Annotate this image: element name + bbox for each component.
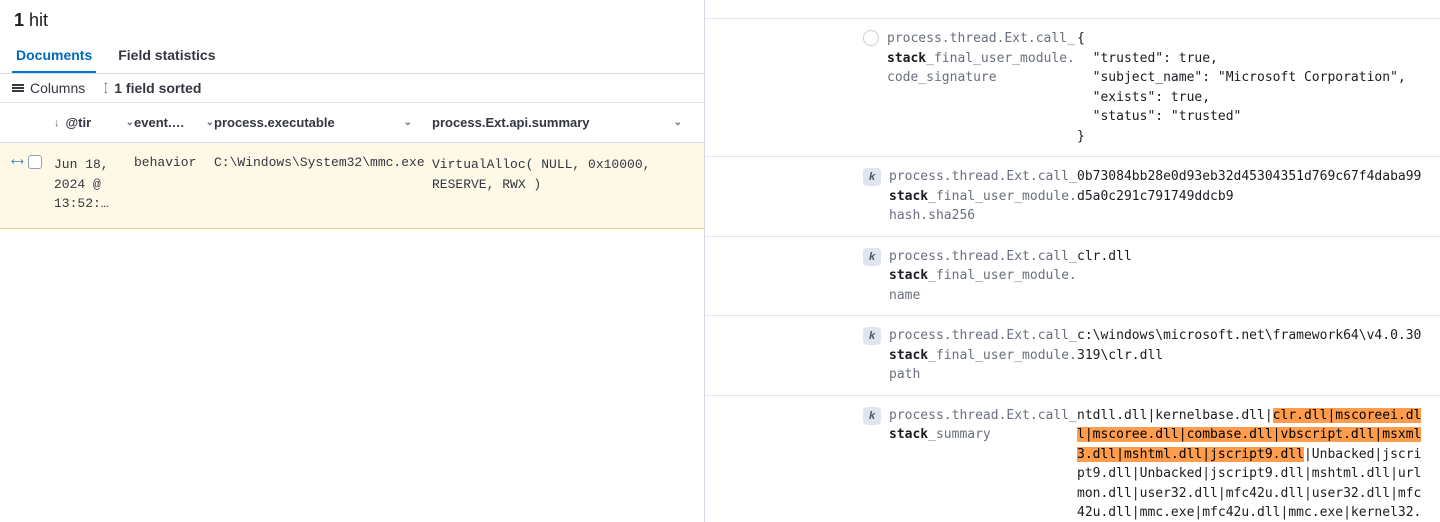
field-name-cell: process.thread.Ext.call_stack_final_user…: [705, 29, 1077, 88]
field-row: k process.thread.Ext.call_stack_final_use…: [705, 315, 1440, 395]
tabs: Documents Field statistics: [0, 37, 704, 74]
object-type-icon: [863, 30, 879, 46]
field-row: process.thread.Ext.call_stack_final_user…: [705, 18, 1440, 156]
cell-timestamp: Jun 18, 2024 @ 13:52:…: [54, 155, 134, 214]
document-details-panel: process.thread.Ext.call_stack_final_user…: [705, 0, 1440, 522]
arrow-down-icon: ↓: [54, 117, 60, 129]
sort-icon: ↑↓: [103, 83, 108, 93]
row-checkbox[interactable]: [28, 155, 42, 169]
keyword-type-icon: k: [863, 248, 881, 266]
field-name[interactable]: process.thread.Ext.call_stack_final_user…: [889, 167, 1077, 226]
columns-button[interactable]: Columns: [12, 80, 85, 96]
hit-label: hit: [29, 10, 48, 30]
field-name[interactable]: process.thread.Ext.call_stack_final_user…: [887, 29, 1077, 88]
header-event-label: event.…: [134, 115, 185, 130]
header-executable[interactable]: process.executable ⌄: [214, 115, 432, 130]
field-row: k process.thread.Ext.call_stack_summarynt…: [705, 395, 1440, 522]
keyword-type-icon: k: [863, 327, 881, 345]
field-value[interactable]: 0b73084bb28e0d93eb32d45304351d769c67f4da…: [1077, 167, 1422, 206]
tab-documents[interactable]: Documents: [12, 37, 96, 73]
row-controls: ⤢: [12, 155, 54, 169]
chevron-down-icon: ⌄: [126, 117, 134, 128]
discover-panel: 1 hit Documents Field statistics Columns…: [0, 0, 705, 522]
cell-executable: C:\Windows\System32\mmc.exe: [214, 155, 432, 170]
field-row: k process.thread.Ext.call_stack_final_use…: [705, 156, 1440, 236]
list-icon: [12, 84, 24, 92]
header-api-summary[interactable]: process.Ext.api.summary ⌄: [432, 115, 692, 130]
header-timestamp-label: @tir: [66, 115, 92, 130]
field-row: k process.thread.Ext.call_stack_final_use…: [705, 236, 1440, 316]
sort-label: 1 field sorted: [114, 80, 201, 96]
header-exec-label: process.executable: [214, 115, 335, 130]
field-name-cell: k process.thread.Ext.call_stack_summary: [705, 406, 1077, 445]
field-value[interactable]: clr.dll: [1077, 247, 1422, 267]
field-name[interactable]: process.thread.Ext.call_stack_summary: [889, 406, 1077, 445]
header-timestamp[interactable]: ↓ @tir ⌄: [54, 115, 134, 130]
field-name-cell: k process.thread.Ext.call_stack_final_use…: [705, 247, 1077, 306]
keyword-type-icon: k: [863, 168, 881, 186]
field-name[interactable]: process.thread.Ext.call_stack_final_user…: [889, 247, 1077, 306]
cell-event: behavior: [134, 155, 214, 170]
cell-api-summary: VirtualAlloc( NULL, 0x10000, RESERVE, RW…: [432, 155, 692, 194]
field-value[interactable]: ntdll.dll|kernelbase.dll|clr.dll|mscoree…: [1077, 406, 1422, 522]
table-header-row: ↓ @tir ⌄ event.… ⌄ process.executable ⌄ …: [0, 103, 704, 143]
header-event[interactable]: event.… ⌄: [134, 115, 214, 130]
table-toolbar: Columns ↑↓ 1 field sorted: [0, 74, 704, 103]
hit-number: 1: [14, 10, 24, 30]
chevron-down-icon: ⌄: [674, 117, 682, 128]
field-name-cell: k process.thread.Ext.call_stack_final_use…: [705, 167, 1077, 226]
expand-icon[interactable]: ⤢: [8, 154, 25, 171]
chevron-down-icon: ⌄: [404, 117, 412, 128]
field-name-cell: k process.thread.Ext.call_stack_final_use…: [705, 326, 1077, 385]
sort-button[interactable]: ↑↓ 1 field sorted: [103, 80, 201, 96]
header-api-label: process.Ext.api.summary: [432, 115, 590, 130]
field-value[interactable]: { "trusted": true, "subject_name": "Micr…: [1077, 29, 1422, 146]
keyword-type-icon: k: [863, 407, 881, 425]
field-name[interactable]: process.thread.Ext.call_stack_final_user…: [889, 326, 1077, 385]
hit-count: 1 hit: [0, 0, 704, 37]
chevron-down-icon: ⌄: [206, 117, 214, 128]
tab-field-statistics[interactable]: Field statistics: [114, 37, 219, 73]
columns-label: Columns: [30, 80, 85, 96]
table-row[interactable]: ⤢ Jun 18, 2024 @ 13:52:… behavior C:\Win…: [0, 143, 704, 229]
field-value[interactable]: c:\windows\microsoft.net\framework64\v4.…: [1077, 326, 1422, 365]
